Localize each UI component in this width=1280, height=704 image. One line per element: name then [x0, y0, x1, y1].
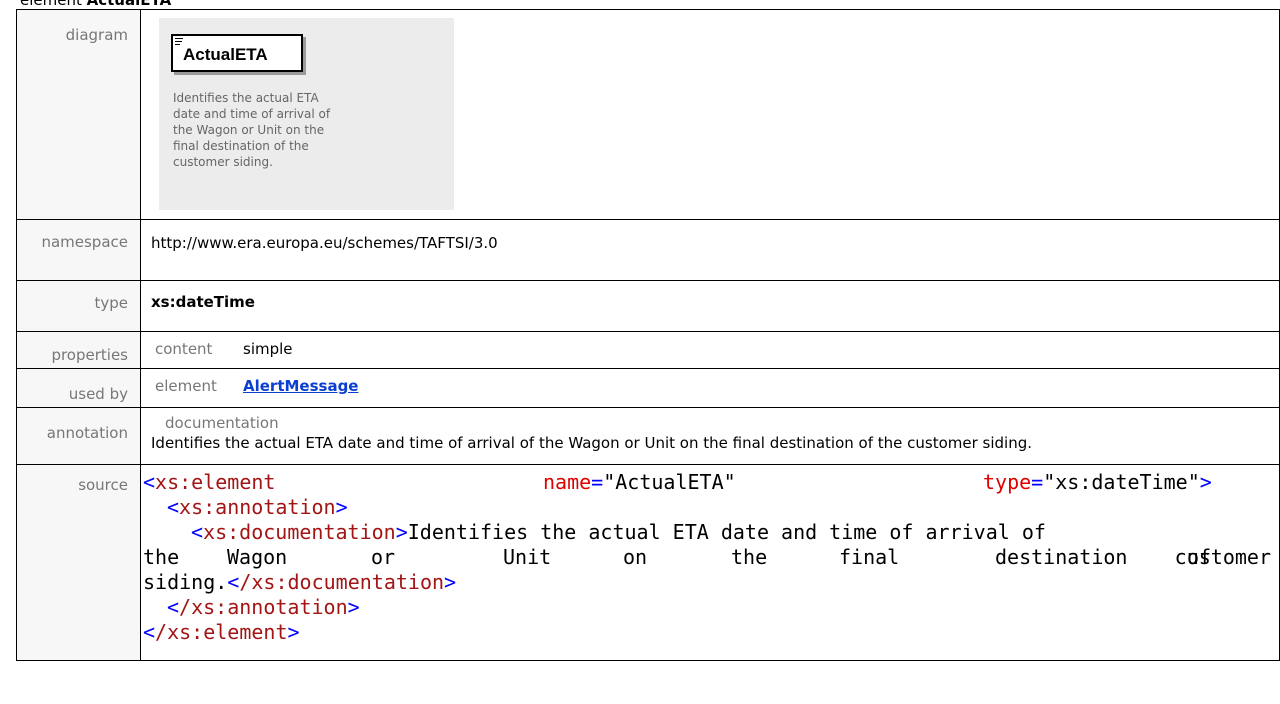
source-code: <xs:element name="ActualETA" type="xs:date…	[141, 465, 1279, 650]
type-label: type	[16, 280, 141, 332]
element-node-description: Identifies the actual ETA date and time …	[173, 91, 331, 169]
properties-label: properties	[16, 331, 141, 369]
type-value: xs:dateTime	[140, 280, 1280, 332]
source-row: source <xs:element name="ActualETA" type="…	[16, 464, 1280, 661]
code-line-3: <xs:documentation>Identifies the actual …	[191, 520, 1046, 544]
source-word: Wagon	[227, 545, 288, 569]
alert-message-link[interactable]: AlertMessage	[243, 377, 358, 395]
code-line-6: </xs:annotation>	[167, 595, 360, 619]
annotation-cell: documentation Identifies the actual ETA …	[140, 407, 1280, 465]
source-cell: <xs:element name="ActualETA" type="xs:date…	[140, 464, 1280, 661]
used-by-label: used by	[16, 368, 141, 408]
diagram-image: ActualETA Identifies the actual ETA date…	[159, 18, 454, 210]
type-row: type xs:dateTime	[16, 280, 1280, 332]
namespace-row: namespace http://www.era.europa.eu/schem…	[16, 219, 1280, 281]
source-word: or	[371, 545, 396, 569]
properties-value: simple	[243, 340, 293, 358]
code-line-4: theWagonorUnitonthefinaldestinationofthe…	[143, 545, 1279, 570]
diagram-label: diagram	[16, 9, 141, 220]
source-label: source	[16, 464, 141, 661]
used-by-key: element	[155, 377, 217, 395]
code-line-1: <xs:element name="ActualETA" type="xs:date…	[143, 470, 1212, 494]
used-by-row: used by element AlertMessage	[16, 368, 1280, 408]
source-word: customer	[1174, 545, 1271, 569]
heading-name: ActualETA	[86, 0, 172, 9]
element-node[interactable]: ActualETA	[171, 34, 303, 72]
code-line-2: <xs:annotation>	[167, 495, 348, 519]
heading-prefix: element	[20, 0, 82, 9]
diagram-row: diagram ActualETA Identifies the actual …	[16, 9, 1280, 220]
page-heading: element ActualETA	[20, 0, 171, 9]
documentation-icon	[175, 38, 183, 45]
namespace-label: namespace	[16, 219, 141, 281]
properties-row: properties content simple	[16, 331, 1280, 369]
annotation-text: Identifies the actual ETA date and time …	[151, 434, 1033, 452]
source-word: on	[623, 545, 648, 569]
source-word: final	[839, 545, 900, 569]
properties-key: content	[155, 340, 213, 358]
annotation-label: annotation	[16, 407, 141, 465]
annotation-key: documentation	[165, 414, 279, 432]
source-word: the	[143, 545, 180, 569]
used-by-cell: element AlertMessage	[140, 368, 1280, 408]
annotation-row: annotation documentation Identifies the …	[16, 407, 1280, 465]
source-word: destination	[995, 545, 1128, 569]
source-word: the	[731, 545, 768, 569]
diagram-cell: ActualETA Identifies the actual ETA date…	[140, 9, 1280, 220]
code-line-5: siding.</xs:documentation>	[143, 570, 457, 594]
source-word: Unit	[503, 545, 552, 569]
namespace-value: http://www.era.europa.eu/schemes/TAFTSI/…	[140, 219, 1280, 281]
properties-cell: content simple	[140, 331, 1280, 369]
element-properties-table: diagram ActualETA Identifies the actual …	[16, 9, 1280, 661]
element-node-name: ActualETA	[183, 45, 268, 64]
code-line-7: </xs:element>	[143, 620, 300, 644]
